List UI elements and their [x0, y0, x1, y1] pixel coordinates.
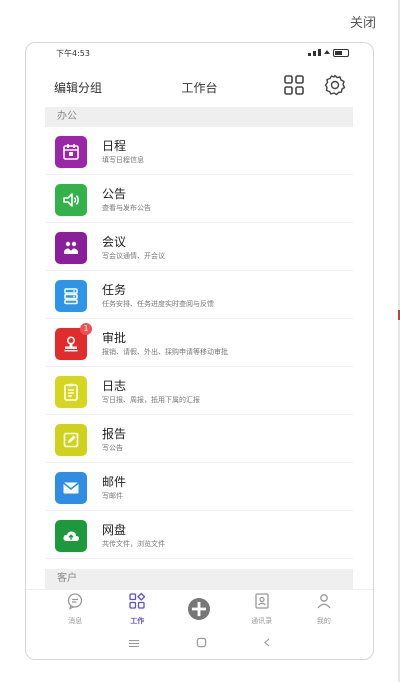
status-time: 下午4:53 — [56, 48, 90, 58]
tab-profile[interactable]: 我的 — [299, 590, 349, 626]
meeting-icon — [55, 232, 87, 264]
list-item-desc: 写会议通情、开会议 — [102, 252, 165, 260]
list-item-mail[interactable]: 邮件 写邮件 — [45, 463, 353, 511]
tab-bar: 消息 工作 通讯录 我的 — [26, 589, 373, 629]
list-item-title: 邮件 — [102, 475, 127, 489]
grid-icon[interactable] — [283, 74, 305, 96]
list-item-title: 网盘 — [102, 523, 127, 537]
list-item-desc: 报销、请假、外出、採购申请等移动审批 — [102, 348, 228, 356]
list-item-desc: 查看与发布公告 — [102, 204, 151, 212]
notebook-icon — [55, 376, 87, 408]
home-icon[interactable] — [196, 637, 207, 651]
chat-icon — [66, 592, 84, 614]
list-item-log[interactable]: 日志 写日报、周报，抵用下属的汇报 — [45, 367, 353, 415]
tab-label: 消息 — [68, 617, 83, 625]
section-header-office: 办公 — [45, 107, 353, 127]
user-icon — [315, 592, 333, 614]
cloud-icon — [55, 520, 87, 552]
task-icon — [55, 280, 87, 312]
top-bar: 编辑分组 工作台 — [26, 69, 373, 105]
list-item-desc: 写公告 — [102, 444, 123, 452]
signal-icon — [308, 48, 330, 58]
work-icon — [128, 592, 146, 614]
close-button[interactable]: 关闭 — [350, 12, 376, 31]
tab-label: 我的 — [316, 617, 331, 625]
list-item-meeting[interactable]: 会议 写会议通情、开会议 — [45, 223, 353, 271]
tab-label: 工作 — [130, 617, 145, 625]
menu-icon[interactable] — [128, 637, 140, 651]
notification-badge: 1 — [80, 323, 92, 335]
android-nav-bar — [26, 629, 373, 659]
calendar-icon — [55, 136, 87, 168]
list-item-approval[interactable]: 1 审批 报销、请假、外出、採购申请等移动审批 — [45, 319, 353, 367]
battery-icon — [333, 49, 349, 57]
tab-work[interactable]: 工作 — [112, 590, 162, 626]
edit-icon — [55, 424, 87, 456]
list-item-title: 审批 — [102, 331, 127, 345]
phone-frame: 下午4:53 编辑分组 工作台 办公 日程 填写日程信息 公告 查看与发布公告 — [25, 42, 374, 660]
list-item-title: 会议 — [102, 235, 127, 249]
list-item-title: 报告 — [102, 427, 127, 441]
contacts-icon — [253, 592, 271, 614]
list-item-task[interactable]: 任务 任务安排、任务进度实时查阅与反馈 — [45, 271, 353, 319]
list-item-netdisk[interactable]: 网盘 共传文件，浏览文件 — [45, 511, 353, 559]
section-header-customer: 客户 — [45, 569, 353, 589]
list-item-title: 公告 — [102, 187, 127, 201]
list-item-title: 日程 — [102, 139, 127, 153]
list-item-desc: 任务安排、任务进度实时查阅与反馈 — [102, 300, 214, 308]
list-item-desc: 写邮件 — [102, 492, 123, 500]
tab-contacts[interactable]: 通讯录 — [237, 590, 287, 626]
back-icon[interactable] — [263, 637, 271, 651]
page-title: 工作台 — [181, 80, 218, 95]
speaker-icon — [55, 184, 87, 216]
mail-icon — [55, 472, 87, 504]
status-icons — [308, 48, 349, 58]
plus-icon — [188, 598, 211, 620]
list-item-schedule[interactable]: 日程 填写日程信息 — [45, 127, 353, 175]
list-item-announcement[interactable]: 公告 查看与发布公告 — [45, 175, 353, 223]
list-item-report[interactable]: 报告 写公告 — [45, 415, 353, 463]
list-item-desc: 填写日程信息 — [102, 156, 144, 164]
tab-label: 通讯录 — [251, 617, 273, 625]
list-item-desc: 共传文件，浏览文件 — [102, 540, 165, 548]
tab-add[interactable] — [174, 590, 224, 620]
gear-icon[interactable] — [323, 73, 347, 97]
list-item-title: 任务 — [102, 283, 127, 297]
tab-messages[interactable]: 消息 — [50, 590, 100, 626]
list-item-title: 日志 — [102, 379, 127, 393]
status-bar: 下午4:53 — [26, 43, 373, 63]
list-item-desc: 写日报、周报，抵用下属的汇报 — [102, 396, 200, 404]
